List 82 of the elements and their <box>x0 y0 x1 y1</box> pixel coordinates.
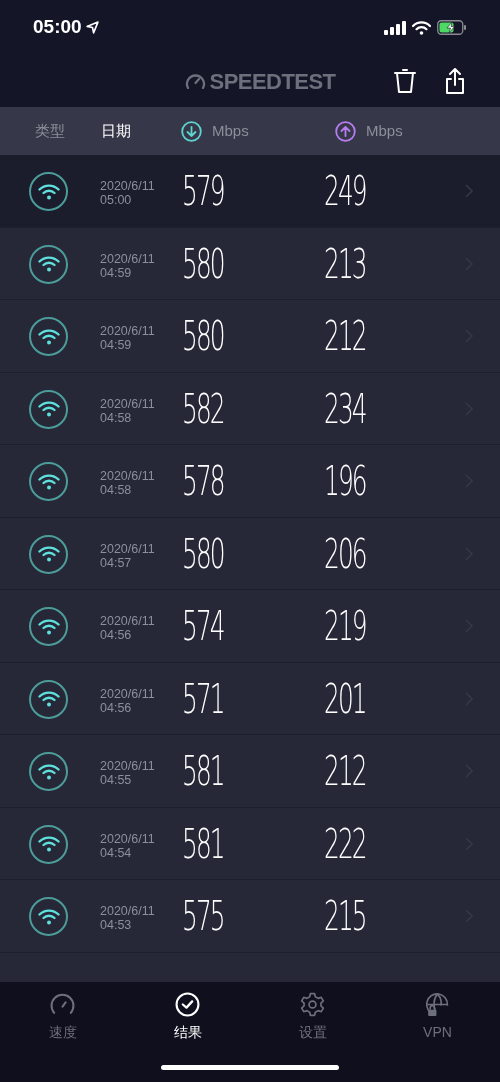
download-speed: 579 <box>182 169 224 213</box>
download-icon <box>181 120 202 142</box>
wifi-icon <box>29 752 68 791</box>
upload-speed: 219 <box>324 604 366 648</box>
column-header[interactable]: 日期 <box>101 119 131 143</box>
tab-button[interactable]: 结果 <box>125 992 250 1043</box>
result-time: 04:54 <box>100 845 133 860</box>
wifi-icon <box>29 389 68 429</box>
result-date: 2020/6/11 <box>100 614 155 628</box>
download-speed: 578 <box>182 459 224 503</box>
wifi-icon <box>29 897 68 936</box>
delete-button[interactable] <box>393 66 417 96</box>
result-time: 04:58 <box>100 410 133 425</box>
column-header[interactable]: Mbps <box>366 119 403 143</box>
upload-speed: 234 <box>324 386 366 431</box>
tab-button[interactable]: VPN <box>375 992 500 1043</box>
result-time: 04:59 <box>100 265 133 280</box>
speed-tab-icon <box>50 992 75 1017</box>
wifi-icon <box>29 462 68 501</box>
result-date: 2020/6/11 <box>100 469 155 483</box>
upload-speed: 201 <box>324 676 366 721</box>
share-icon <box>445 67 465 95</box>
wifi-icon <box>29 534 68 574</box>
settings-tab-icon <box>300 992 325 1017</box>
tab-button[interactable]: 设置 <box>250 992 375 1043</box>
vpn-tab-icon <box>425 992 450 1017</box>
upload-speed: 196 <box>324 459 366 503</box>
result-time: 04:58 <box>100 483 133 497</box>
upload-speed: 215 <box>324 894 366 938</box>
upload-speed: 212 <box>324 314 366 358</box>
chevron-icon <box>465 184 473 198</box>
wifi-icon <box>412 20 431 35</box>
result-date: 2020/6/11 <box>100 904 155 918</box>
gauge-icon <box>184 73 206 89</box>
upload-speed: 212 <box>324 749 366 793</box>
share-button[interactable] <box>444 66 466 96</box>
upload-speed: 206 <box>324 531 366 576</box>
upload-speed: 249 <box>324 169 366 213</box>
result-date: 2020/6/11 <box>100 396 155 411</box>
download-speed: 580 <box>182 241 224 286</box>
download-speed: 571 <box>182 676 224 721</box>
column-header[interactable]: 类型 <box>35 119 65 143</box>
result-date: 2020/6/11 <box>100 686 155 701</box>
result-date: 2020/6/11 <box>100 251 155 266</box>
result-time: 04:53 <box>100 918 133 932</box>
result-time: 04:55 <box>100 773 133 787</box>
battery-icon <box>437 20 467 35</box>
upload-speed: 213 <box>324 241 366 286</box>
download-speed: 575 <box>182 894 224 938</box>
result-date: 2020/6/11 <box>100 324 155 338</box>
upload-icon <box>335 120 356 142</box>
download-speed: 582 <box>182 386 224 431</box>
wifi-icon <box>29 172 68 211</box>
results-tab-icon <box>175 992 200 1017</box>
result-time: 04:56 <box>100 700 133 715</box>
result-time: 05:00 <box>100 193 133 207</box>
upload-speed: 222 <box>324 821 366 866</box>
wifi-icon <box>29 244 68 284</box>
tab-button[interactable]: 速度 <box>0 992 125 1043</box>
result-date: 2020/6/11 <box>100 541 155 556</box>
result-date: 2020/6/11 <box>100 831 155 846</box>
download-speed: 581 <box>182 821 224 866</box>
download-speed: 581 <box>182 749 224 793</box>
column-header[interactable]: Mbps <box>212 119 249 143</box>
result-time: 04:59 <box>100 338 133 352</box>
result-row[interactable]: 2020/6/11 05:00 579 249 <box>0 155 500 228</box>
result-time: 04:56 <box>100 628 133 642</box>
download-speed: 580 <box>182 314 224 358</box>
wifi-icon <box>29 607 68 646</box>
result-date: 2020/6/11 <box>100 179 155 193</box>
location-arrow-icon <box>85 21 99 34</box>
download-speed: 574 <box>182 604 224 648</box>
trash-icon <box>394 68 416 94</box>
wifi-icon <box>29 317 68 356</box>
signal-icon <box>384 20 406 35</box>
download-speed: 580 <box>182 531 224 576</box>
speedtest-logo: SPEEDTEST <box>209 67 336 96</box>
wifi-icon <box>29 679 68 719</box>
wifi-icon <box>29 824 68 864</box>
result-date: 2020/6/11 <box>100 759 155 773</box>
status-time: 05:00 <box>33 15 82 40</box>
result-time: 04:57 <box>100 555 133 570</box>
